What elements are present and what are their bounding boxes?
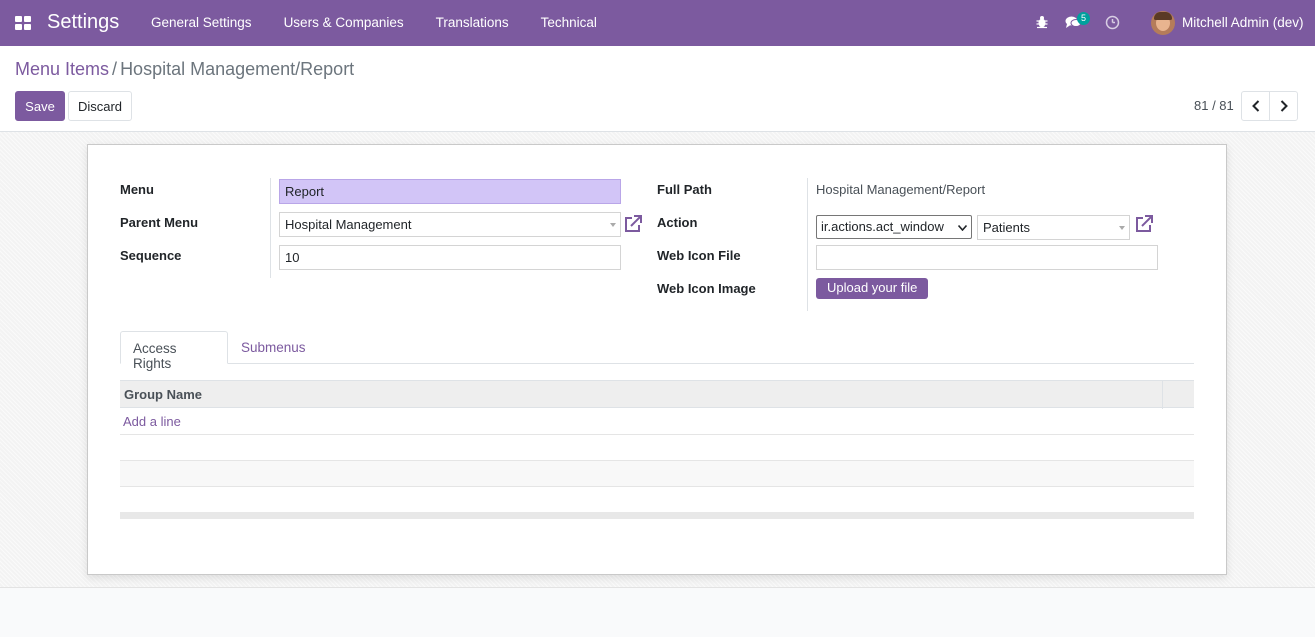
web-icon-file-label: Web Icon File [657, 248, 741, 263]
pager-previous-button[interactable] [1241, 91, 1270, 121]
table-row [120, 461, 1194, 486]
menu-name-input[interactable]: Report [279, 179, 621, 204]
table-row-border [120, 486, 1194, 487]
add-line-link[interactable]: Add a line [123, 414, 181, 429]
full-path-value: Hospital Management/Report [816, 182, 986, 197]
sequence-label: Sequence [120, 248, 182, 263]
pager-value[interactable]: 81 / 81 [1194, 98, 1234, 113]
tabs-underline [120, 363, 1194, 364]
column-group-name[interactable]: Group Name [124, 387, 202, 402]
menu-technical[interactable]: Technical [525, 0, 613, 46]
parent-menu-label: Parent Menu [120, 215, 199, 230]
action-record-input[interactable]: Patients [977, 215, 1130, 240]
user-menu-name[interactable]: Mitchell Admin (dev) [1182, 15, 1304, 30]
main-menu: General Settings Users & Companies Trans… [135, 0, 613, 46]
top-navbar: Settings General Settings Users & Compan… [0, 0, 1315, 46]
chat-count-badge: 5 [1077, 12, 1091, 25]
chevron-right-icon [1280, 100, 1288, 112]
select-chevron-down-icon [958, 225, 967, 231]
parent-menu-external-link-icon[interactable] [623, 214, 643, 234]
menu-translations[interactable]: Translations [420, 0, 525, 46]
upload-file-button[interactable]: Upload your file [816, 278, 929, 299]
tab-access-rights[interactable]: Access Rights [120, 331, 228, 371]
parent-menu-input[interactable]: Hospital Management [279, 212, 621, 237]
activity-clock-icon[interactable] [1105, 15, 1120, 30]
breadcrumb: Menu Items / Hospital Management/Report [15, 59, 354, 80]
table-header: Group Name [120, 380, 1194, 409]
right-group-divider [807, 178, 808, 311]
action-external-link-icon[interactable] [1134, 214, 1154, 234]
action-type-select[interactable]: ir.actions.act_window [816, 215, 972, 239]
control-panel: Menu Items / Hospital Management/Report Sa… [0, 46, 1315, 132]
app-brand[interactable]: Settings [47, 11, 119, 34]
parent-menu-caret-icon[interactable] [610, 223, 616, 227]
apps-menu-icon[interactable] [15, 16, 31, 30]
form-sheet [87, 144, 1227, 575]
web-icon-image-label: Web Icon Image [657, 281, 756, 296]
chevron-left-icon [1251, 100, 1259, 112]
discard-button[interactable]: Discard [68, 91, 132, 121]
menu-label: Menu [120, 182, 154, 197]
full-path-label: Full Path [657, 182, 712, 197]
left-group-divider [270, 178, 271, 278]
table-footer [120, 512, 1194, 519]
action-label: Action [657, 215, 698, 230]
column-separator [1162, 381, 1163, 409]
table-row-border [120, 434, 1194, 435]
form-footer-area [0, 587, 1315, 637]
action-record-caret-icon[interactable] [1119, 226, 1125, 230]
menu-general-settings[interactable]: General Settings [135, 0, 268, 46]
web-icon-file-input[interactable] [816, 245, 1158, 270]
breadcrumb-menu-items[interactable]: Menu Items [15, 59, 109, 79]
pager-next-button[interactable] [1269, 91, 1298, 121]
save-button[interactable]: Save [15, 91, 65, 121]
sequence-input[interactable]: 10 [279, 245, 621, 270]
debug-bug-icon[interactable] [1036, 15, 1048, 29]
breadcrumb-current: Hospital Management/Report [120, 59, 355, 79]
user-avatar[interactable] [1151, 11, 1175, 35]
menu-users-companies[interactable]: Users & Companies [268, 0, 420, 46]
tab-submenus[interactable]: Submenus [241, 340, 306, 355]
action-type-value: ir.actions.act_window [821, 219, 944, 234]
table-row-border [120, 460, 1194, 461]
breadcrumb-separator: / [112, 59, 118, 79]
